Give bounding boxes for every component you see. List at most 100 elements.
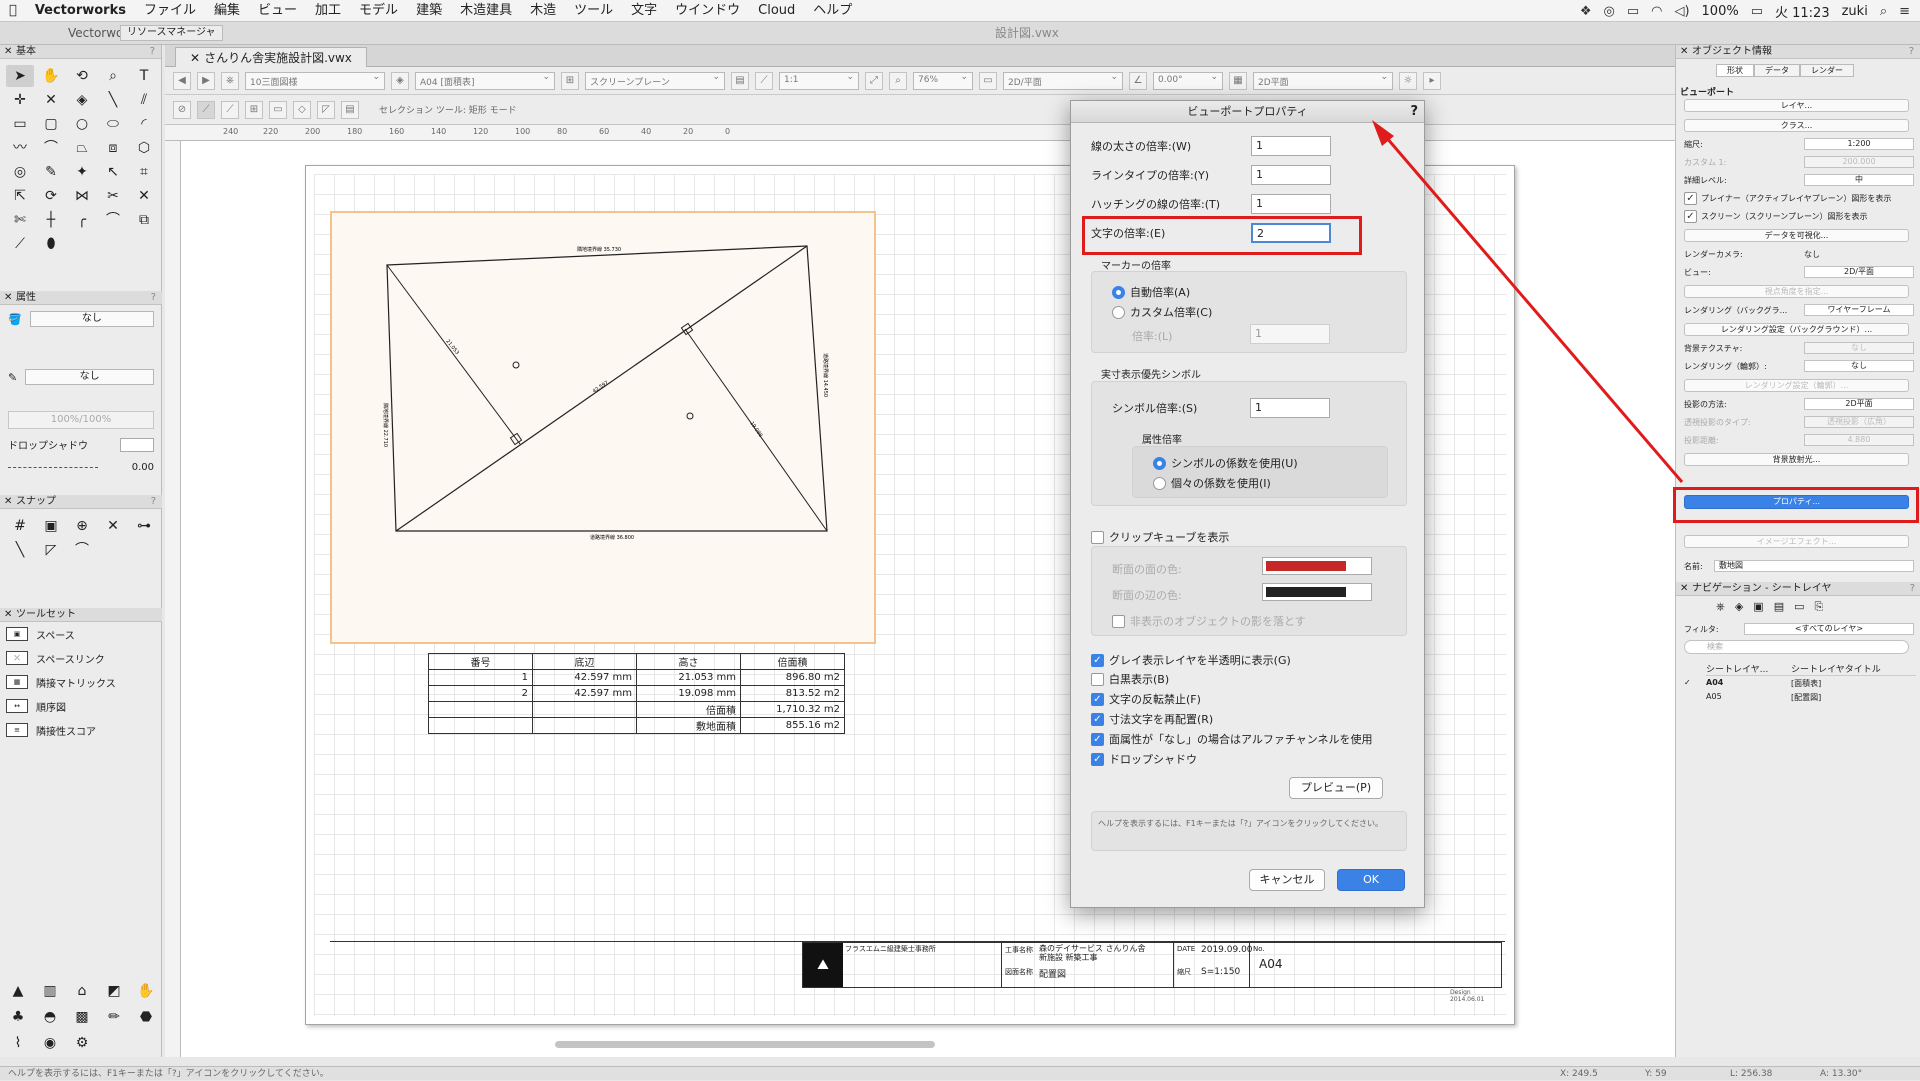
help-icon[interactable]: ? [150, 45, 155, 59]
toolset-furniture-icon[interactable]: ✋ [132, 980, 160, 1002]
zoom-select[interactable]: 76% [913, 71, 973, 90]
marker-scale-input[interactable]: 1 [1250, 324, 1330, 344]
oval-tool-icon[interactable]: ⬭ [99, 113, 127, 135]
close-icon[interactable]: ✕ [4, 495, 12, 509]
lineweight-value[interactable]: 0.00 [132, 462, 154, 473]
circle-tool-icon[interactable]: ○ [68, 113, 96, 135]
class-select[interactable]: 10三面図様 [245, 71, 385, 90]
bw-checkbox[interactable]: 白黒表示(B) [1091, 671, 1169, 687]
angle-field[interactable]: 0.00° [1153, 71, 1223, 90]
class-icon[interactable]: ⎈ [221, 71, 239, 90]
dimension-icon[interactable]: ⟋ [6, 233, 34, 255]
nav-views-icon[interactable]: ▭ [1794, 600, 1804, 614]
tab-render[interactable]: レンダー [1800, 64, 1854, 77]
menu-cloud[interactable]: Cloud [749, 0, 804, 22]
preview-button[interactable]: プレビュー(P) [1289, 777, 1383, 799]
snap-intersection-icon[interactable]: ✕ [99, 515, 127, 537]
toolset-item[interactable]: ↔ 順序図 [0, 694, 162, 718]
x-icon[interactable]: ✕ [37, 89, 65, 111]
toolset-building-icon[interactable]: ⌂ [68, 980, 96, 1002]
spiral-icon[interactable]: ◎ [6, 161, 34, 183]
help-icon[interactable]: ? [151, 291, 156, 305]
screen-row[interactable]: ✓ スクリーン（スクリーンプレーン）図形を表示 [1684, 209, 1914, 223]
radio-off[interactable] [1112, 305, 1125, 319]
bg-render-select[interactable]: ワイヤーフレーム [1804, 304, 1914, 316]
nav-layers-icon[interactable]: ◈ [1735, 600, 1743, 614]
view-select[interactable]: 2D/平面 [1804, 266, 1914, 278]
layer-button[interactable]: レイヤ... [1684, 99, 1909, 112]
shadow-checkbox[interactable]: ✓ ドロップシャドウ [1091, 751, 1197, 767]
clip-icon[interactable]: ✂ [99, 185, 127, 207]
snap-object-icon[interactable]: ▣ [37, 515, 65, 537]
arc-tool-icon[interactable]: ◜ [130, 113, 158, 135]
bg-settings-button[interactable]: レンダリング設定（バックグラウンド）... [1684, 323, 1909, 336]
help-icon[interactable]: ? [151, 495, 156, 509]
snap-edge-icon[interactable]: ⌒ [68, 539, 96, 561]
checkbox-on[interactable]: ✓ [1091, 692, 1104, 706]
light-icon[interactable]: ☼ [1399, 71, 1417, 90]
line-weight-input[interactable]: 1 [1251, 136, 1331, 156]
render-icon[interactable]: ▦ [1229, 71, 1247, 90]
cylinder-icon[interactable]: ⬮ [37, 233, 65, 255]
zoom-tool-icon[interactable]: ⌕ [99, 65, 127, 87]
scale-select[interactable]: 1:200 [1804, 138, 1914, 150]
text-tool-icon[interactable]: T [130, 65, 158, 87]
snap-grid-icon[interactable]: # [6, 515, 34, 537]
help-icon[interactable]: ? [1909, 45, 1914, 59]
offset-icon[interactable]: ⧉ [130, 209, 158, 231]
marker-auto-radio[interactable]: 自動倍率(A) [1112, 284, 1190, 300]
toolset-gear-icon[interactable]: ⚙ [68, 1032, 96, 1054]
scale-field[interactable]: 1:1 [779, 71, 859, 90]
clock[interactable]: 火 11:23 [1775, 2, 1830, 21]
apple-menu-icon[interactable]:  [0, 0, 26, 22]
toolset-box-icon[interactable]: ▩ [68, 1006, 96, 1028]
trim-icon[interactable]: ✄ [6, 209, 34, 231]
fillet-icon[interactable]: ╭ [68, 209, 96, 231]
bg-texture-select[interactable]: なし [1804, 342, 1914, 354]
pen-style-select[interactable]: なし [25, 369, 154, 385]
page-icon[interactable]: ▤ [731, 71, 749, 90]
checkbox-on[interactable]: ✓ [1091, 732, 1104, 746]
double-line-icon[interactable]: ⫽ [130, 89, 158, 111]
menu-file[interactable]: ファイル [135, 0, 205, 22]
menu-architect[interactable]: 建築 [407, 0, 451, 22]
line-tool-icon[interactable]: ╲ [99, 89, 127, 111]
opacity-field[interactable]: 100%/100% [8, 411, 154, 429]
view-icon[interactable]: ▭ [979, 71, 997, 90]
snap-distance-icon[interactable]: ⊶ [130, 515, 158, 537]
back-icon[interactable]: ◀ [173, 71, 191, 90]
line-type-input[interactable]: 1 [1251, 165, 1331, 185]
polygon-icon[interactable]: ⏢ [68, 137, 96, 159]
toolset-site-icon[interactable]: ▲ [4, 980, 32, 1002]
regular-polygon-icon[interactable]: ⬡ [130, 137, 158, 159]
gray-layers-checkbox[interactable]: ✓ グレイ表示レイヤを半透明に表示(G) [1091, 652, 1291, 668]
view-select[interactable]: 2D/平面 [1003, 71, 1123, 90]
zoom-fit-icon[interactable]: ⤢ [865, 71, 883, 90]
checkbox-on[interactable]: ✓ [1091, 752, 1104, 766]
line-render-select[interactable]: なし [1804, 360, 1914, 372]
snap-tangent-icon[interactable]: ╲ [6, 539, 34, 561]
snap-angle-icon[interactable]: ⊕ [68, 515, 96, 537]
battery-icon[interactable]: ▭ [1751, 4, 1763, 19]
perspective-select[interactable]: 透視投影（広角） [1804, 416, 1914, 428]
class-button[interactable]: クラス... [1684, 119, 1909, 132]
toolset-detail-icon[interactable]: ◩ [100, 980, 128, 1002]
cancel-button[interactable]: キャンセル [1249, 869, 1325, 891]
selection-arrow-icon[interactable]: ↖ [99, 161, 127, 183]
radio-on[interactable] [1112, 285, 1125, 299]
connect-icon[interactable]: ┼ [37, 209, 65, 231]
section-edge-color[interactable] [1262, 583, 1372, 601]
nav-classes-icon[interactable]: ⎈ [1716, 600, 1725, 614]
nav-refs-icon[interactable]: ⎘ [1815, 600, 1824, 614]
visualize-button[interactable]: データを可視化... [1684, 229, 1909, 242]
checkbox-on[interactable]: ✓ [1091, 653, 1104, 667]
detail-select[interactable]: 中 [1804, 174, 1914, 186]
list-item[interactable]: ✓ A04 [面積表] [1684, 678, 1914, 689]
menu-help[interactable]: ヘルプ [804, 0, 861, 22]
reshape-icon[interactable]: ⌗ [130, 161, 158, 183]
toolset-3d-icon[interactable]: ◉ [36, 1032, 64, 1054]
double-polygon-icon[interactable]: ⧈ [99, 137, 127, 159]
menu-edit[interactable]: 編集 [205, 0, 249, 22]
hidden-shadow-checkbox[interactable]: 非表示のオブジェクトの影を落とす [1112, 613, 1306, 629]
toolset-item[interactable]: ▣ スペース [0, 622, 162, 646]
